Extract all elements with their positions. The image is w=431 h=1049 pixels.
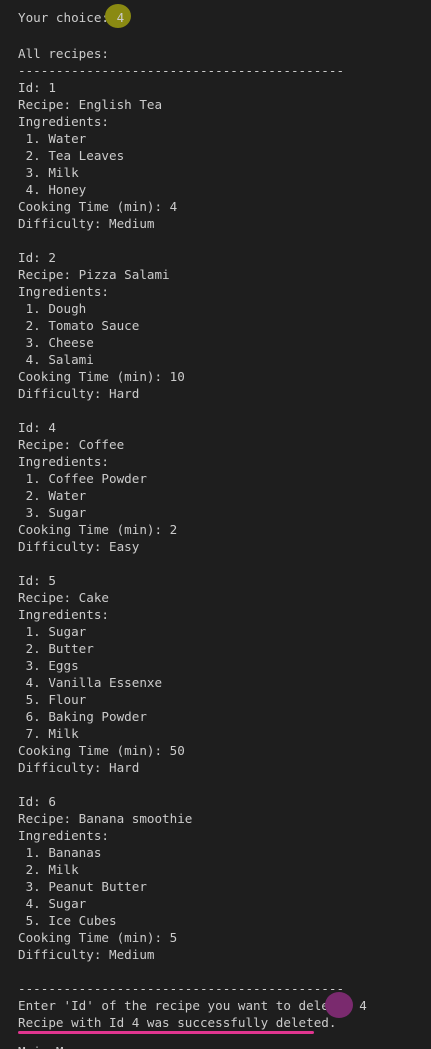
recipe-id: Id: 1	[18, 80, 56, 95]
recipe-block: Id: 1 Recipe: English Tea Ingredients: 1. …	[18, 79, 431, 249]
choice-prompt-line: Your choice: 4	[18, 4, 431, 28]
delete-prompt-label: Enter 'Id' of the recipe you want to del…	[18, 998, 360, 1013]
recipes-list: Id: 1 Recipe: English Tea Ingredients: 1. …	[18, 79, 431, 980]
cooking-time: Cooking Time (min): 5	[18, 930, 178, 945]
ingredient-item: 6. Baking Powder	[18, 709, 147, 724]
ingredient-item: 1. Water	[18, 131, 87, 146]
difficulty: Difficulty: Medium	[18, 947, 155, 962]
ingredient-item: 2. Milk	[18, 862, 79, 877]
ingredient-item: 4. Salami	[18, 352, 94, 367]
ingredient-item: 3. Milk	[18, 165, 79, 180]
recipe-block: Id: 4 Recipe: Coffee Ingredients: 1. Coffe…	[18, 419, 431, 572]
ingredient-item: 1. Sugar	[18, 624, 87, 639]
cooking-time: Cooking Time (min): 2	[18, 522, 178, 537]
terminal-output: Your choice: 4 All recipes: ------------…	[18, 4, 431, 1031]
recipe-name: Recipe: Cake	[18, 590, 109, 605]
recipe-block: Id: 5 Recipe: Cake Ingredients: 1. Sugar 2…	[18, 572, 431, 793]
recipe-id: Id: 2	[18, 250, 56, 265]
ingredient-item: 1. Coffee Powder	[18, 471, 147, 486]
ingredients-label: Ingredients:	[18, 114, 109, 129]
recipe-name: Recipe: Banana smoothie	[18, 811, 193, 826]
ingredient-item: 5. Ice Cubes	[18, 913, 117, 928]
delete-prompt-line: Enter 'Id' of the recipe you want to del…	[18, 992, 431, 1018]
delete-value: 4	[359, 998, 367, 1013]
difficulty: Difficulty: Hard	[18, 386, 140, 401]
ingredient-item: 4. Sugar	[18, 896, 87, 911]
recipe-id: Id: 6	[18, 794, 56, 809]
ingredients-label: Ingredients:	[18, 284, 109, 299]
ingredient-item: 1. Dough	[18, 301, 87, 316]
cooking-time: Cooking Time (min): 10	[18, 369, 185, 384]
choice-value: 4	[116, 10, 125, 25]
ingredient-item: 3. Peanut Butter	[18, 879, 147, 894]
recipe-id: Id: 5	[18, 573, 56, 588]
ingredient-item: 4. Vanilla Essenxe	[18, 675, 163, 690]
recipe-block: Id: 2 Recipe: Pizza Salami Ingredients: 1.…	[18, 249, 431, 419]
ingredients-label: Ingredients:	[18, 454, 109, 469]
recipe-block: Id: 6 Recipe: Banana smoothie Ingredients:…	[18, 793, 431, 980]
ingredient-item: 3. Eggs	[18, 658, 79, 673]
ingredient-item: 4. Honey	[18, 182, 87, 197]
ingredient-item: 2. Water	[18, 488, 87, 503]
separator-bottom: ----------------------------------------…	[18, 981, 345, 996]
ingredient-item: 5. Flour	[18, 692, 87, 707]
recipe-name: Recipe: Coffee	[18, 437, 125, 452]
separator-top: ----------------------------------------…	[18, 63, 345, 78]
recipe-id: Id: 4	[18, 420, 56, 435]
delete-result-line: Recipe with Id 4 was successfully delete…	[18, 1015, 337, 1030]
ingredient-item: 1. Bananas	[18, 845, 102, 860]
ingredient-item: 2. Butter	[18, 641, 94, 656]
all-recipes-header: All recipes:	[18, 46, 109, 61]
ingredient-item: 2. Tomato Sauce	[18, 318, 140, 333]
ingredients-label: Ingredients:	[18, 828, 109, 843]
difficulty: Difficulty: Easy	[18, 539, 140, 554]
choice-prompt-label: Your choice:	[18, 10, 117, 25]
ingredient-item: 2. Tea Leaves	[18, 148, 125, 163]
result-underline-marker	[18, 1031, 314, 1034]
difficulty: Difficulty: Hard	[18, 760, 140, 775]
difficulty: Difficulty: Medium	[18, 216, 155, 231]
recipe-name: Recipe: English Tea	[18, 97, 163, 112]
ingredient-item: 7. Milk	[18, 726, 79, 741]
recipe-name: Recipe: Pizza Salami	[18, 267, 170, 282]
ingredient-item: 3. Cheese	[18, 335, 94, 350]
ingredients-label: Ingredients:	[18, 607, 109, 622]
next-line-partial: Main Menu	[18, 1043, 86, 1049]
cooking-time: Cooking Time (min): 50	[18, 743, 185, 758]
cooking-time: Cooking Time (min): 4	[18, 199, 178, 214]
ingredient-item: 3. Sugar	[18, 505, 87, 520]
